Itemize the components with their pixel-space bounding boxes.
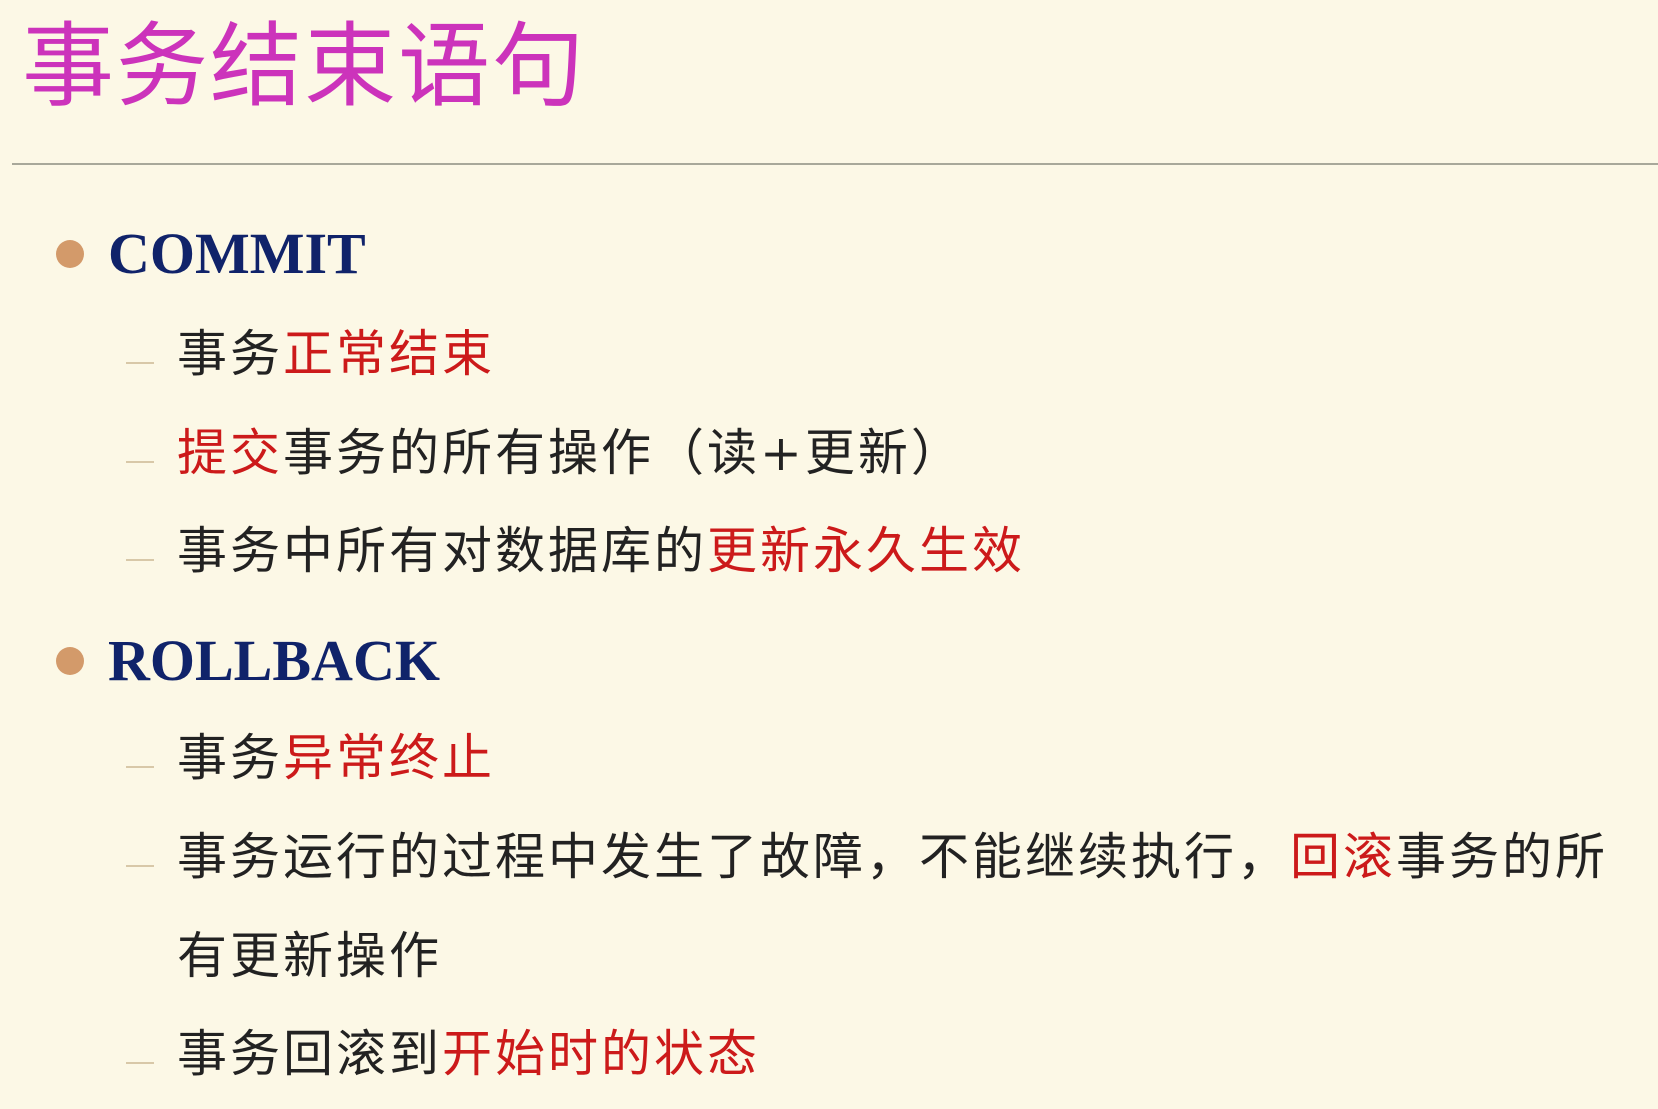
bullet-icon [56, 240, 84, 268]
dash-icon [126, 559, 154, 561]
dash-icon [126, 1062, 154, 1064]
slide-title: 事务结束语句 [22, 13, 587, 120]
list-item: 事务运行的过程中发生了故障，不能继续执行，回滚事务的所 [177, 828, 1608, 886]
list-item: 事务异常终止 [177, 729, 495, 787]
dash-icon [126, 461, 154, 463]
dash-icon [126, 362, 154, 364]
list-item: 事务中所有对数据库的更新永久生效 [177, 522, 1025, 580]
list-item: 提交事务的所有操作（读+更新） [177, 424, 964, 482]
dash-icon [126, 865, 154, 867]
title-divider [12, 163, 1658, 165]
dash-icon [126, 766, 154, 768]
heading-rollback: ROLLBACK [108, 628, 440, 693]
list-item: 事务回滚到开始时的状态 [177, 1025, 760, 1083]
bullet-icon [56, 647, 84, 675]
list-item: 事务正常结束 [177, 325, 495, 383]
list-item-continuation: 有更新操作 [177, 927, 442, 985]
heading-commit: COMMIT [108, 221, 366, 286]
